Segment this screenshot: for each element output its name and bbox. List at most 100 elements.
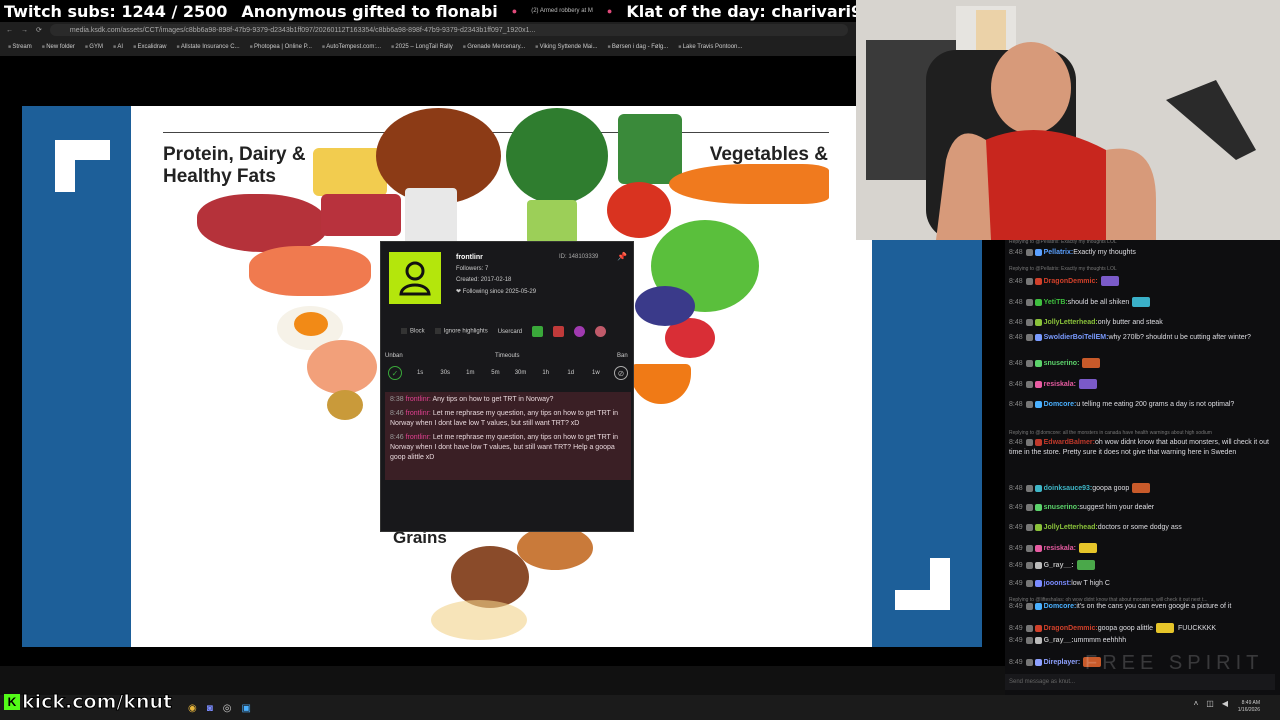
chat-username[interactable]: EdwardBalmer: (1044, 439, 1095, 446)
log-username[interactable]: frontlinr: (406, 410, 431, 417)
chat-text: Exactly my thoughts (1073, 249, 1136, 256)
reply-preview[interactable]: Replying to @Pellatrix: Exactly my thoug… (1009, 266, 1117, 272)
ticker-dot: ● (606, 6, 613, 16)
slide-rule (163, 132, 829, 133)
log-username[interactable]: frontlinr: (406, 396, 431, 403)
bookmark-item[interactable]: Grenade Mercenary... (463, 44, 525, 50)
chat-username[interactable]: G_ray__: (1044, 637, 1074, 644)
chat-timestamp: 8:48 (1009, 401, 1023, 408)
chat-username[interactable]: snuserino: (1044, 504, 1080, 511)
usercard-username[interactable]: frontlinr (456, 254, 483, 261)
timeout-button[interactable]: 5m (485, 364, 505, 382)
chat-username[interactable]: Pellatrix: (1044, 249, 1074, 256)
bookmark-item[interactable]: 2025 – LongTail Rally (391, 44, 452, 50)
bookmark-item[interactable]: GYM (85, 44, 103, 50)
volume-icon[interactable]: ◀ (1222, 699, 1228, 708)
unban-button[interactable]: ✓ (385, 364, 405, 382)
chat-message: 8:48 Domcore:u telling me eating 200 gram… (1009, 400, 1277, 410)
ticker-dot: ● (511, 6, 518, 16)
timeout-button[interactable]: 1h (536, 364, 556, 382)
forward-icon[interactable]: → (21, 27, 28, 34)
timeout-button[interactable]: 1w (586, 364, 606, 382)
chat-username[interactable]: jooonst: (1044, 580, 1072, 587)
chat-username[interactable]: G_ray__: (1044, 562, 1074, 569)
subscriber-badge-icon (1034, 438, 1042, 446)
chat-timestamp: 8:49 (1009, 544, 1023, 552)
bookmark-item[interactable]: Photopea | Online P... (250, 44, 312, 50)
chat-username[interactable]: SwoldierBoiTellEM: (1044, 334, 1109, 341)
chat-message: 8:49 jooonst:low T high C (1009, 579, 1277, 589)
heart-action-icon[interactable] (595, 326, 607, 337)
block-checkbox[interactable]: Block (401, 328, 425, 335)
chat-timestamp: 8:48 (1009, 319, 1023, 326)
ban-button[interactable]: ⊘ (611, 364, 631, 382)
pin-icon[interactable]: 📌 (617, 252, 627, 261)
bookmark-item[interactable]: Lake Travis Pontoon... (678, 44, 743, 50)
bookmark-item[interactable]: Excalidraw (133, 44, 166, 50)
chat-text: doctors or some dodgy ass (1097, 524, 1182, 531)
network-icon[interactable]: ◫ (1206, 699, 1214, 708)
obs-icon[interactable]: ◎ (223, 703, 232, 714)
chat-username[interactable]: Direplayer: (1044, 659, 1081, 666)
chat-username[interactable]: DragonDemmic: (1044, 625, 1098, 632)
usercard-link[interactable]: Usercard (498, 329, 522, 335)
clock-time: 8:49 AM (1241, 700, 1260, 706)
mod-action-icon[interactable] (532, 326, 544, 337)
timeout-button[interactable]: 1s (410, 364, 430, 382)
chat-username[interactable]: resiskala: (1044, 545, 1076, 552)
chat-username[interactable]: doinksauce93: (1044, 485, 1093, 492)
ground-meat-illustration (321, 194, 401, 236)
chat-message: 8:48 EdwardBalmer:oh wow didnt know that … (1009, 438, 1277, 458)
subscriber-badge-icon (1034, 277, 1042, 285)
bookmark-item[interactable]: Stream (8, 44, 31, 50)
chat-text: low T high C (1071, 580, 1110, 587)
taskbar-clock[interactable]: 8:49 AM 1/16/2026 (1238, 700, 1260, 714)
reload-icon[interactable]: ⟳ (36, 26, 42, 34)
chrome-icon[interactable]: ◉ (188, 703, 197, 714)
bookmark-item[interactable]: Børsen i dag - Følg... (607, 44, 668, 50)
bookmark-item[interactable]: Allstate Insurance C... (177, 44, 240, 50)
log-username[interactable]: frontlinr: (406, 434, 431, 441)
reply-preview[interactable]: Replying to @Pellatrix: Exactly my thoug… (1009, 240, 1117, 245)
moderator-badge-icon (1025, 298, 1033, 306)
subscriber-badge-icon (1034, 561, 1042, 569)
vip-action-icon[interactable] (574, 326, 586, 337)
chat-timestamp: 8:49 (1009, 624, 1023, 632)
timeout-button[interactable]: 1m (460, 364, 480, 382)
chevron-up-icon[interactable]: ˄ (1194, 699, 1199, 708)
timeout-button[interactable]: 30s (435, 364, 455, 382)
back-icon[interactable]: ← (6, 27, 13, 34)
chat-username[interactable]: JollyLetterhead: (1044, 524, 1098, 531)
emote-icon (1100, 276, 1119, 286)
timeout-button[interactable]: 1d (561, 364, 581, 382)
subscriber-badge-icon (1034, 503, 1042, 511)
url-field[interactable]: media.ksdk.com/assets/CCT/images/c8bb6a9… (49, 24, 848, 36)
bookmark-item[interactable]: New folder (42, 44, 75, 50)
discord-icon[interactable]: ◙ (207, 703, 213, 714)
chat-username[interactable]: Domcore: (1044, 401, 1077, 408)
chat-extra-text: FUUCKKKK (1177, 624, 1217, 632)
browser-app-icon[interactable]: ▣ (242, 703, 251, 714)
ignore-highlights-checkbox[interactable]: Ignore highlights (435, 328, 488, 335)
chat-usercard-popup[interactable]: frontlinr ID: 148103339 📌 Followers: 7 C… (380, 241, 634, 532)
chat-input[interactable]: Send message as knut... (1005, 674, 1275, 690)
subscriber-badge-icon (1034, 579, 1042, 587)
chat-username[interactable]: JollyLetterhead: (1044, 319, 1098, 326)
bookmark-item[interactable]: AI (113, 44, 123, 50)
bookmark-item[interactable]: Viking Syttende Mai... (535, 44, 598, 50)
bookmark-item[interactable]: AutoTempest.com:... (322, 44, 381, 50)
moderator-badge-icon (1025, 400, 1033, 408)
chat-username[interactable]: YetiTB: (1044, 299, 1068, 306)
emote-icon (1076, 560, 1095, 570)
delete-action-icon[interactable] (553, 326, 565, 337)
chat-username[interactable]: Domcore: (1044, 603, 1077, 610)
bookmarks-bar: Stream New folder GYM AI Excalidraw Alls… (0, 40, 856, 54)
timeout-button[interactable]: 30m (511, 364, 531, 382)
usercard-actions: Block Ignore highlights Usercard (401, 326, 607, 337)
chat-username[interactable]: snuserino: (1044, 360, 1080, 367)
reply-preview[interactable]: Replying to @domcore: all the monsters i… (1009, 430, 1212, 436)
frozen-peas-bag (618, 114, 682, 184)
chat-username[interactable]: DragonDemmic: (1044, 278, 1098, 285)
chat-text: it's on the cans you can even google a p… (1076, 603, 1232, 610)
chat-username[interactable]: resiskala: (1044, 381, 1076, 388)
